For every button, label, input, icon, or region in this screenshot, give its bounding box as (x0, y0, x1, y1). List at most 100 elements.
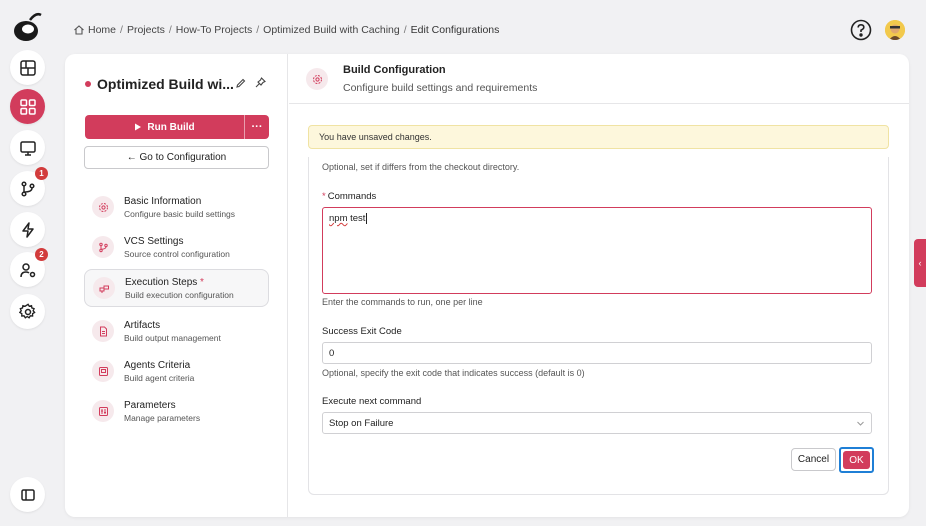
sliders-icon (98, 406, 108, 416)
ok-button-focus-ring: OK (839, 447, 874, 473)
nav-icon-wrap (93, 277, 115, 299)
run-build-button[interactable]: Run Build (85, 115, 244, 139)
commands-textarea[interactable]: npm test (322, 207, 872, 294)
breadcrumb-separator: / (120, 24, 123, 36)
project-title-row: Optimized Build wi... (85, 76, 234, 92)
settings-nav-button[interactable] (10, 294, 45, 329)
expand-panel-tab[interactable]: ‹ (914, 239, 926, 287)
lightning-icon (21, 221, 34, 238)
next-command-value: Stop on Failure (329, 417, 394, 429)
commands-value-rest: test (347, 213, 366, 224)
exit-code-input[interactable]: 0 (322, 342, 872, 364)
agent-icon (98, 366, 108, 376)
nav-icon-wrap (92, 236, 114, 258)
config-icon-wrap (306, 68, 328, 90)
nav-item-execution-steps[interactable]: Execution Steps * Build execution configu… (84, 269, 269, 307)
exit-code-label: Success Exit Code (322, 326, 402, 337)
next-command-label: Execute next command (322, 396, 422, 407)
nav-icon-wrap (92, 360, 114, 382)
main-panel: Optimized Build wi... Run Build ··· ← Go… (65, 54, 909, 517)
nav-item-subtitle: Manage parameters (124, 412, 201, 423)
exit-code-hint: Optional, specify the exit code that ind… (322, 368, 585, 378)
git-branch-icon (20, 180, 35, 197)
nav-item-subtitle: Build execution configuration (125, 289, 234, 300)
nav-item-subtitle: Source control configuration (124, 248, 230, 259)
go-to-configuration-button[interactable]: ← Go to Configuration (84, 146, 269, 169)
gear-icon (98, 202, 108, 212)
nav-icon-wrap (92, 196, 114, 218)
vcs-count-badge: 1 (35, 167, 48, 180)
pencil-icon[interactable] (235, 78, 246, 89)
nav-item-agents-criteria[interactable]: Agents Criteria Build agent criteria (84, 352, 269, 390)
cancel-button[interactable]: Cancel (791, 448, 836, 471)
home-icon[interactable] (73, 24, 85, 36)
avatar[interactable] (885, 20, 905, 40)
user-avatar-icon (885, 20, 905, 40)
required-marker: * (200, 276, 204, 288)
nav-item-title: VCS Settings (124, 235, 184, 247)
run-options-button[interactable]: ··· (244, 115, 269, 139)
nav-item-title: Agents Criteria (124, 359, 191, 371)
nav-item-parameters[interactable]: Parameters Manage parameters (84, 392, 269, 430)
help-icon[interactable] (850, 19, 872, 41)
commands-label: * Commands (322, 191, 376, 202)
next-command-select[interactable]: Stop on Failure (322, 412, 872, 434)
nav-item-vcs-settings[interactable]: VCS Settings Source control configuration (84, 228, 269, 266)
nav-item-artifacts[interactable]: Artifacts Build output management (84, 312, 269, 350)
collapse-sidebar-button[interactable] (10, 477, 45, 512)
agents-nav-button[interactable] (10, 130, 45, 165)
required-marker: * (322, 191, 326, 202)
git-branch-icon (98, 242, 108, 252)
commands-value-misspelled: npm (329, 213, 348, 224)
nav-icon-wrap (92, 320, 114, 342)
run-build-label: Run Build (147, 121, 195, 133)
breadcrumb-howto-projects[interactable]: How-To Projects (176, 24, 252, 36)
breadcrumb-current: Edit Configurations (410, 24, 500, 36)
monitor-icon (19, 140, 36, 156)
run-build-button-group: Run Build ··· (85, 115, 269, 139)
breadcrumb: Home / Projects / How-To Projects / Opti… (73, 24, 499, 36)
file-icon (99, 326, 107, 336)
status-dot (85, 81, 91, 87)
user-settings-icon (19, 262, 35, 277)
breadcrumb-home[interactable]: Home (88, 24, 116, 36)
actions-nav-button[interactable] (10, 212, 45, 247)
app-logo-icon[interactable] (10, 10, 44, 44)
config-header: Build Configuration Configure build sett… (289, 54, 909, 104)
project-title: Optimized Build wi... (97, 76, 234, 92)
play-icon (135, 123, 142, 131)
steps-icon (99, 285, 109, 293)
vcs-nav-button[interactable]: 1 (10, 167, 48, 206)
nav-item-basic-information[interactable]: Basic Information Configure basic build s… (84, 188, 269, 226)
nav-item-subtitle: Build agent criteria (124, 372, 195, 383)
apps-grid-icon (19, 98, 36, 115)
breadcrumb-separator: / (168, 24, 172, 36)
text-cursor (366, 213, 368, 224)
nav-icon-wrap (92, 400, 114, 422)
config-title: Build Configuration (343, 64, 446, 76)
breadcrumb-projects[interactable]: Projects (127, 24, 165, 36)
commands-hint: Enter the commands to run, one per line (322, 297, 483, 307)
layout-grid-icon (19, 59, 36, 76)
dashboard-nav-button[interactable] (10, 50, 45, 85)
pin-icon[interactable] (255, 77, 266, 88)
breadcrumb-project[interactable]: Optimized Build with Caching (263, 24, 400, 36)
breadcrumb-separator: / (403, 24, 407, 36)
ok-button[interactable]: OK (843, 451, 870, 469)
users-nav-button[interactable]: 2 (10, 248, 48, 287)
gear-icon (18, 302, 36, 319)
execution-step-form: Optional, set if differs from the checko… (308, 157, 889, 495)
config-subtitle: Configure build settings and requirement… (343, 82, 538, 94)
nav-item-title: Execution Steps (125, 276, 198, 288)
breadcrumb-separator: / (256, 24, 260, 36)
commands-label-text: Commands (327, 191, 377, 202)
sidebar-toggle-icon (20, 488, 35, 501)
unsaved-changes-banner: You have unsaved changes. (308, 125, 889, 149)
nav-item-subtitle: Build output management (124, 332, 221, 343)
left-rail: 1 2 (0, 0, 56, 526)
nav-item-subtitle: Configure basic build settings (124, 208, 236, 219)
projects-nav-button[interactable] (10, 89, 45, 124)
users-count-badge: 2 (35, 248, 48, 261)
workdir-hint: Optional, set if differs from the checko… (322, 162, 520, 172)
chevron-down-icon (857, 421, 864, 426)
